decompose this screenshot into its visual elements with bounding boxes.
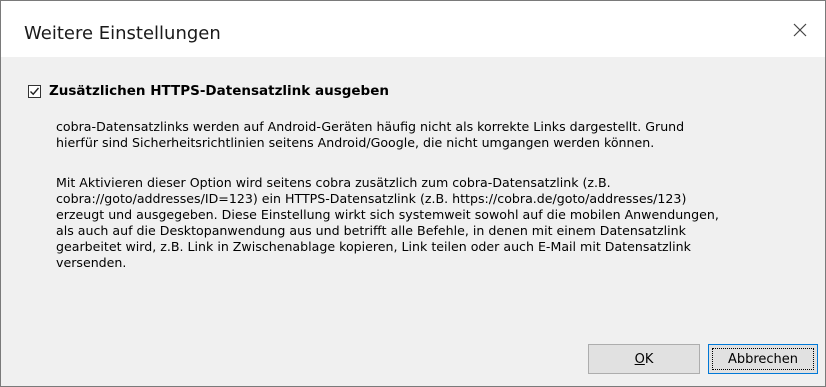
https-link-checkbox[interactable] — [28, 84, 41, 98]
cancel-button-label: Abbrechen — [727, 351, 799, 367]
checkmark-icon — [30, 87, 40, 95]
description-paragraph-1: cobra-Datensatzlinks werden auf Android-… — [56, 119, 685, 150]
dialog-title: Weitere Einstellungen — [24, 23, 221, 44]
https-link-checkbox-label[interactable]: Zusätzlichen HTTPS-Datensatzlink ausgebe… — [49, 83, 389, 99]
settings-dialog: Weitere Einstellungen Zusätzlichen HTTPS… — [0, 0, 826, 387]
cancel-button-focus-rect: Abbrechen — [712, 348, 814, 370]
cancel-button[interactable]: Abbrechen — [708, 344, 818, 374]
description-paragraph-2: Mit Aktivieren dieser Option wird seiten… — [56, 175, 719, 270]
ok-button[interactable]: OK — [588, 344, 700, 374]
ok-button-label: OK — [634, 351, 654, 367]
close-icon[interactable] — [789, 19, 811, 41]
title-bar: Weitere Einstellungen — [1, 1, 825, 57]
dialog-content: Zusätzlichen HTTPS-Datensatzlink ausgebe… — [1, 57, 825, 387]
https-link-option[interactable]: Zusätzlichen HTTPS-Datensatzlink ausgebe… — [28, 82, 389, 100]
